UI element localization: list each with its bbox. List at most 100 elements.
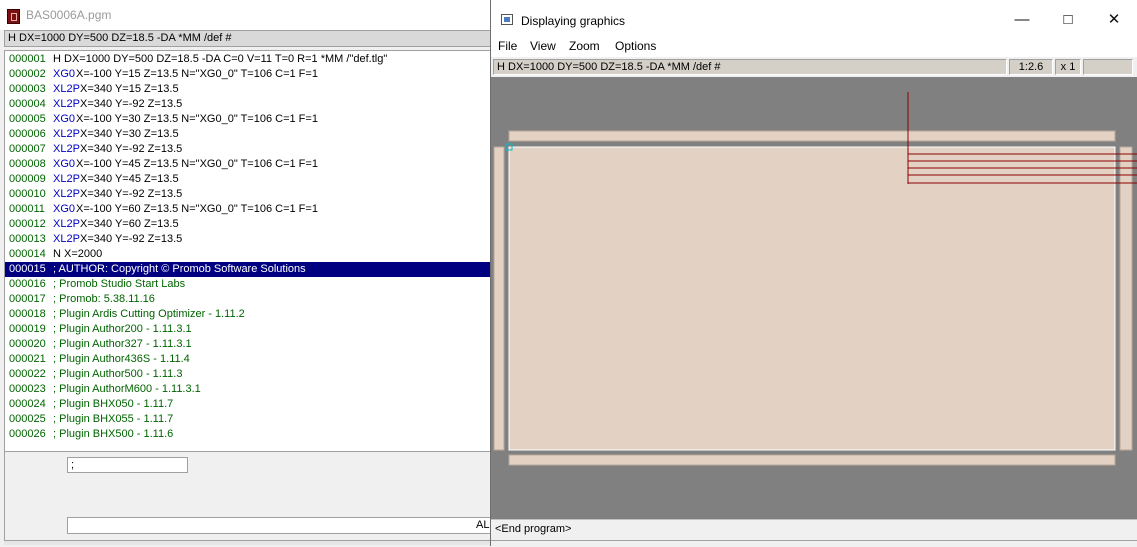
line-number: 000011 bbox=[9, 203, 45, 215]
menu-options[interactable]: Options bbox=[615, 39, 656, 53]
line-arguments: X=340 Y=-92 Z=13.5 bbox=[80, 188, 183, 200]
code-line[interactable]: 000019 ; Plugin Author200 - 1.11.3.1 bbox=[5, 322, 493, 337]
line-arguments: X=340 Y=-92 Z=13.5 bbox=[80, 98, 183, 110]
line-command: XG0 bbox=[53, 203, 76, 215]
line-arguments: X=340 Y=60 Z=13.5 bbox=[80, 218, 179, 230]
code-line[interactable]: 000022 ; Plugin Author500 - 1.11.3 bbox=[5, 367, 493, 382]
code-line[interactable]: 000015 ; AUTHOR: Copyright © Promob Softw… bbox=[5, 262, 493, 277]
line-number: 000019 bbox=[9, 323, 46, 335]
code-line[interactable]: 000003 XL2P X=340 Y=15 Z=13.5 bbox=[5, 82, 493, 97]
line-number: 000023 bbox=[9, 383, 46, 395]
graphics-titlebar[interactable]: Displaying graphics — □ ✕ bbox=[491, 0, 1137, 36]
code-line[interactable]: 000002 XG0 X=-100 Y=15 Z=13.5 N="XG0_0" T=… bbox=[5, 67, 493, 82]
code-line[interactable]: 000018 ; Plugin Ardis Cutting Optimizer -… bbox=[5, 307, 493, 322]
bottom-edge-strip bbox=[508, 454, 1116, 466]
window-icon bbox=[501, 14, 513, 25]
line-command: XL2P bbox=[53, 173, 80, 185]
line-number: 000017 bbox=[9, 293, 46, 305]
code-line[interactable]: 000009 XL2P X=340 Y=45 Z=13.5 bbox=[5, 172, 493, 187]
code-line[interactable]: 000006 XL2P X=340 Y=30 Z=13.5 bbox=[5, 127, 493, 142]
line-comment: ; Promob Studio Start Labs bbox=[53, 278, 186, 290]
line-command: XG0 bbox=[53, 158, 76, 170]
graphics-window: Displaying graphics — □ ✕ File View Zoom… bbox=[490, 0, 1137, 547]
app-icon bbox=[7, 9, 20, 24]
maximize-button[interactable]: □ bbox=[1045, 0, 1091, 36]
code-line[interactable]: 000020 ; Plugin Author327 - 1.11.3.1 bbox=[5, 337, 493, 352]
code-line[interactable]: 000011 XG0 X=-100 Y=60 Z=13.5 N="XG0_0" T=… bbox=[5, 202, 493, 217]
close-button[interactable]: ✕ bbox=[1091, 0, 1137, 36]
line-command: XL2P bbox=[53, 233, 80, 245]
line-comment: ; Plugin BHX050 - 1.11.7 bbox=[53, 398, 174, 410]
status-zoom: x 1 bbox=[1055, 59, 1081, 75]
editor-title: BAS0006A.pgm bbox=[26, 8, 112, 22]
line-number: 000025 bbox=[9, 413, 46, 425]
line-comment: ; Promob: 5.38.11.16 bbox=[53, 293, 155, 305]
code-line[interactable]: 000026 ; Plugin BHX500 - 1.11.6 bbox=[5, 427, 493, 442]
line-comment: ; Plugin Author200 - 1.11.3.1 bbox=[53, 323, 192, 335]
line-arguments: X=-100 Y=45 Z=13.5 N="XG0_0" T=106 C=1 F… bbox=[76, 158, 318, 170]
line-comment: ; Plugin Author327 - 1.11.3.1 bbox=[53, 338, 192, 350]
command-input[interactable]: ; bbox=[67, 457, 188, 473]
menu-bar: File View Zoom Options bbox=[491, 36, 1137, 57]
code-line[interactable]: 000021 ; Plugin Author436S - 1.11.4 bbox=[5, 352, 493, 367]
top-edge-strip bbox=[508, 130, 1116, 142]
line-number: 000003 bbox=[9, 83, 46, 95]
code-line[interactable]: 000017 ; Promob: 5.38.11.16 bbox=[5, 292, 493, 307]
line-arguments: X=340 Y=-92 Z=13.5 bbox=[80, 233, 183, 245]
line-number: 000012 bbox=[9, 218, 46, 230]
code-line[interactable]: 000025 ; Plugin BHX055 - 1.11.7 bbox=[5, 412, 493, 427]
menu-view[interactable]: View bbox=[530, 39, 556, 53]
line-number: 000001 bbox=[9, 53, 46, 65]
line-comment: ; Plugin Author436S - 1.11.4 bbox=[53, 353, 190, 365]
editor-titlebar[interactable]: BAS0006A.pgm bbox=[0, 0, 492, 30]
line-number: 000008 bbox=[9, 158, 46, 170]
line-number: 000018 bbox=[9, 308, 46, 320]
line-number: 000007 bbox=[9, 143, 46, 155]
line-comment: ; Plugin AuthorM600 - 1.11.3.1 bbox=[53, 383, 201, 395]
minimize-button[interactable]: — bbox=[999, 0, 1045, 36]
line-arguments: H DX=1000 DY=500 DZ=18.5 -DA C=0 V=11 T=… bbox=[53, 53, 388, 65]
status-program-header: H DX=1000 DY=500 DZ=18.5 -DA *MM /def # bbox=[493, 59, 1007, 75]
graphics-statusbar: H DX=1000 DY=500 DZ=18.5 -DA *MM /def # … bbox=[491, 58, 1137, 76]
line-arguments: X=340 Y=-92 Z=13.5 bbox=[80, 143, 183, 155]
graphics-canvas[interactable] bbox=[491, 77, 1137, 519]
line-number: 000009 bbox=[9, 173, 46, 185]
line-arguments: X=340 Y=15 Z=13.5 bbox=[80, 83, 179, 95]
line-arguments: X=-100 Y=15 Z=13.5 N="XG0_0" T=106 C=1 F… bbox=[76, 68, 318, 80]
code-line[interactable]: 000005 XG0 X=-100 Y=30 Z=13.5 N="XG0_0" T=… bbox=[5, 112, 493, 127]
secondary-input[interactable] bbox=[67, 517, 495, 534]
line-number: 000014 bbox=[9, 248, 46, 260]
code-line[interactable]: 000007 XL2P X=340 Y=-92 Z=13.5 bbox=[5, 142, 493, 157]
line-number: 000005 bbox=[9, 113, 46, 125]
menu-zoom[interactable]: Zoom bbox=[569, 39, 600, 53]
code-line[interactable]: 000001 H DX=1000 DY=500 DZ=18.5 -DA C=0 V… bbox=[5, 52, 493, 67]
line-number: 000006 bbox=[9, 128, 46, 140]
menu-file[interactable]: File bbox=[498, 39, 517, 53]
line-command: XL2P bbox=[53, 218, 80, 230]
code-line[interactable]: 000008 XG0 X=-100 Y=45 Z=13.5 N="XG0_0" T=… bbox=[5, 157, 493, 172]
code-line[interactable]: 000012 XL2P X=340 Y=60 Z=13.5 bbox=[5, 217, 493, 232]
line-arguments: X=-100 Y=60 Z=13.5 N="XG0_0" T=106 C=1 F… bbox=[76, 203, 318, 215]
code-line[interactable]: 000016 ; Promob Studio Start Labs bbox=[5, 277, 493, 292]
program-header-line: H DX=1000 DY=500 DZ=18.5 -DA *MM /def # bbox=[4, 30, 494, 47]
code-line[interactable]: 000024 ; Plugin BHX050 - 1.11.7 bbox=[5, 397, 493, 412]
line-comment: ; Plugin BHX500 - 1.11.6 bbox=[53, 428, 174, 440]
code-line[interactable]: 000023 ; Plugin AuthorM600 - 1.11.3.1 bbox=[5, 382, 493, 397]
line-command: XL2P bbox=[53, 83, 80, 95]
line-number: 000004 bbox=[9, 98, 46, 110]
code-line[interactable]: 000013 XL2P X=340 Y=-92 Z=13.5 bbox=[5, 232, 493, 247]
panel-drawing bbox=[493, 92, 1137, 466]
code-listing[interactable]: 000001 H DX=1000 DY=500 DZ=18.5 -DA C=0 V… bbox=[4, 50, 494, 452]
code-line[interactable]: 000004 XL2P X=340 Y=-92 Z=13.5 bbox=[5, 97, 493, 112]
line-number: 000013 bbox=[9, 233, 46, 245]
code-line[interactable]: 000010 XL2P X=340 Y=-92 Z=13.5 bbox=[5, 187, 493, 202]
line-comment: ; Plugin Author500 - 1.11.3 bbox=[53, 368, 183, 380]
program-editor-window: BAS0006A.pgm H DX=1000 DY=500 DZ=18.5 -D… bbox=[0, 0, 495, 546]
line-number: 000024 bbox=[9, 398, 46, 410]
line-arguments: X=-100 Y=30 Z=13.5 N="XG0_0" T=106 C=1 F… bbox=[76, 113, 318, 125]
line-number: 000026 bbox=[9, 428, 46, 440]
code-line[interactable]: 000014 N X=2000 bbox=[5, 247, 493, 262]
line-comment: ; Plugin Ardis Cutting Optimizer - 1.11.… bbox=[53, 308, 245, 320]
line-command: XL2P bbox=[53, 188, 80, 200]
graphics-message-bar: <End program> bbox=[491, 519, 1137, 540]
